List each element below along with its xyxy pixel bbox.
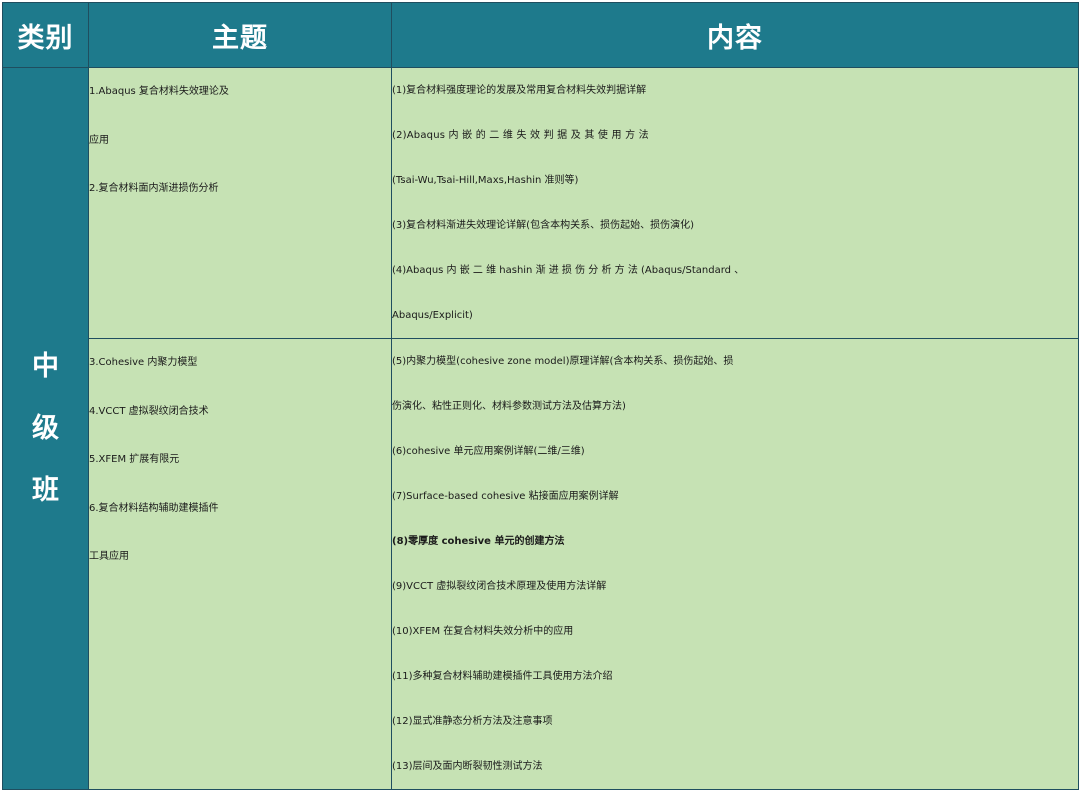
topic-line: 2.复合材料面内渐进损伤分析 xyxy=(89,183,219,194)
table-row: 3.Cohesive 内聚力模型 4.VCCT 虚拟裂纹闭合技术 5.XFEM … xyxy=(3,338,1079,790)
course-table: 类别 主题 内容 中级班 1.Abaqus 复合材料失效理论及 应用 2.复合材… xyxy=(2,2,1079,790)
content-line: (9)VCCT 虚拟裂纹闭合技术原理及使用方法详解 xyxy=(392,581,607,592)
topic-cell: 3.Cohesive 内聚力模型 4.VCCT 虚拟裂纹闭合技术 5.XFEM … xyxy=(88,338,392,790)
category-label: 中级班 xyxy=(32,350,59,506)
content-cell: (1)复合材料强度理论的发展及常用复合材料失效判据详解 (2)Abaqus 内 … xyxy=(391,67,1079,339)
topic-line: 应用 xyxy=(89,134,109,146)
topic-line: 5.XFEM 扩展有限元 xyxy=(89,454,180,465)
content-line: (5)内聚力模型(cohesive zone model)原理详解(含本构关系、… xyxy=(392,356,734,367)
content-line: Abaqus/Explicit) xyxy=(392,310,473,321)
content-line: (11)多种复合材料辅助建模插件工具使用方法介绍 xyxy=(392,671,613,682)
content-line: (6)cohesive 单元应用案例详解(二维/三维) xyxy=(392,446,585,457)
content-line: (12)显式准静态分析方法及注意事项 xyxy=(392,716,553,727)
content-line: (10)XFEM 在复合材料失效分析中的应用 xyxy=(392,626,574,637)
content-line: 伤演化、粘性正则化、材料参数测试方法及估算方法) xyxy=(392,401,626,412)
topic-line: 3.Cohesive 内聚力模型 xyxy=(89,357,198,368)
table-row: 中级班 1.Abaqus 复合材料失效理论及 应用 2.复合材料面内渐进损伤分析… xyxy=(2,67,1079,790)
topic-line: 6.复合材料结构辅助建模插件 xyxy=(89,502,219,514)
header-topic: 主题 xyxy=(88,2,392,68)
content-line: (1)复合材料强度理论的发展及常用复合材料失效判据详解 xyxy=(392,85,647,96)
content-line: (13)层间及面内断裂韧性测试方法 xyxy=(392,761,543,772)
content-line: (7)Surface-based cohesive 粘接面应用案例详解 xyxy=(392,491,619,502)
content-line: (Tsai-Wu,Tsai-Hill,Maxs,Hashin 准则等) xyxy=(392,175,579,186)
content-line: (3)复合材料渐进失效理论详解(包含本构关系、损伤起始、损伤演化) xyxy=(392,220,694,231)
content-cell: (5)内聚力模型(cohesive zone model)原理详解(含本构关系、… xyxy=(391,338,1079,790)
content-line: (4)Abaqus 内 嵌 二 维 hashin 渐 进 损 伤 分 析 方 法… xyxy=(392,265,745,276)
topic-line: 1.Abaqus 复合材料失效理论及 xyxy=(89,86,229,97)
category-cell: 中级班 xyxy=(2,67,89,790)
content-line: (8)零厚度 cohesive 单元的创建方法 xyxy=(392,536,565,547)
header-category: 类别 xyxy=(2,2,89,68)
content-line: (2)Abaqus 内 嵌 的 二 维 失 效 判 据 及 其 使 用 方 法 xyxy=(392,130,649,141)
header-content: 内容 xyxy=(391,2,1079,68)
table-header-row: 类别 主题 内容 xyxy=(2,2,1079,68)
topic-line: 4.VCCT 虚拟裂纹闭合技术 xyxy=(89,405,209,417)
topic-line: 工具应用 xyxy=(89,551,129,562)
topic-cell: 1.Abaqus 复合材料失效理论及 应用 2.复合材料面内渐进损伤分析 xyxy=(88,67,392,339)
